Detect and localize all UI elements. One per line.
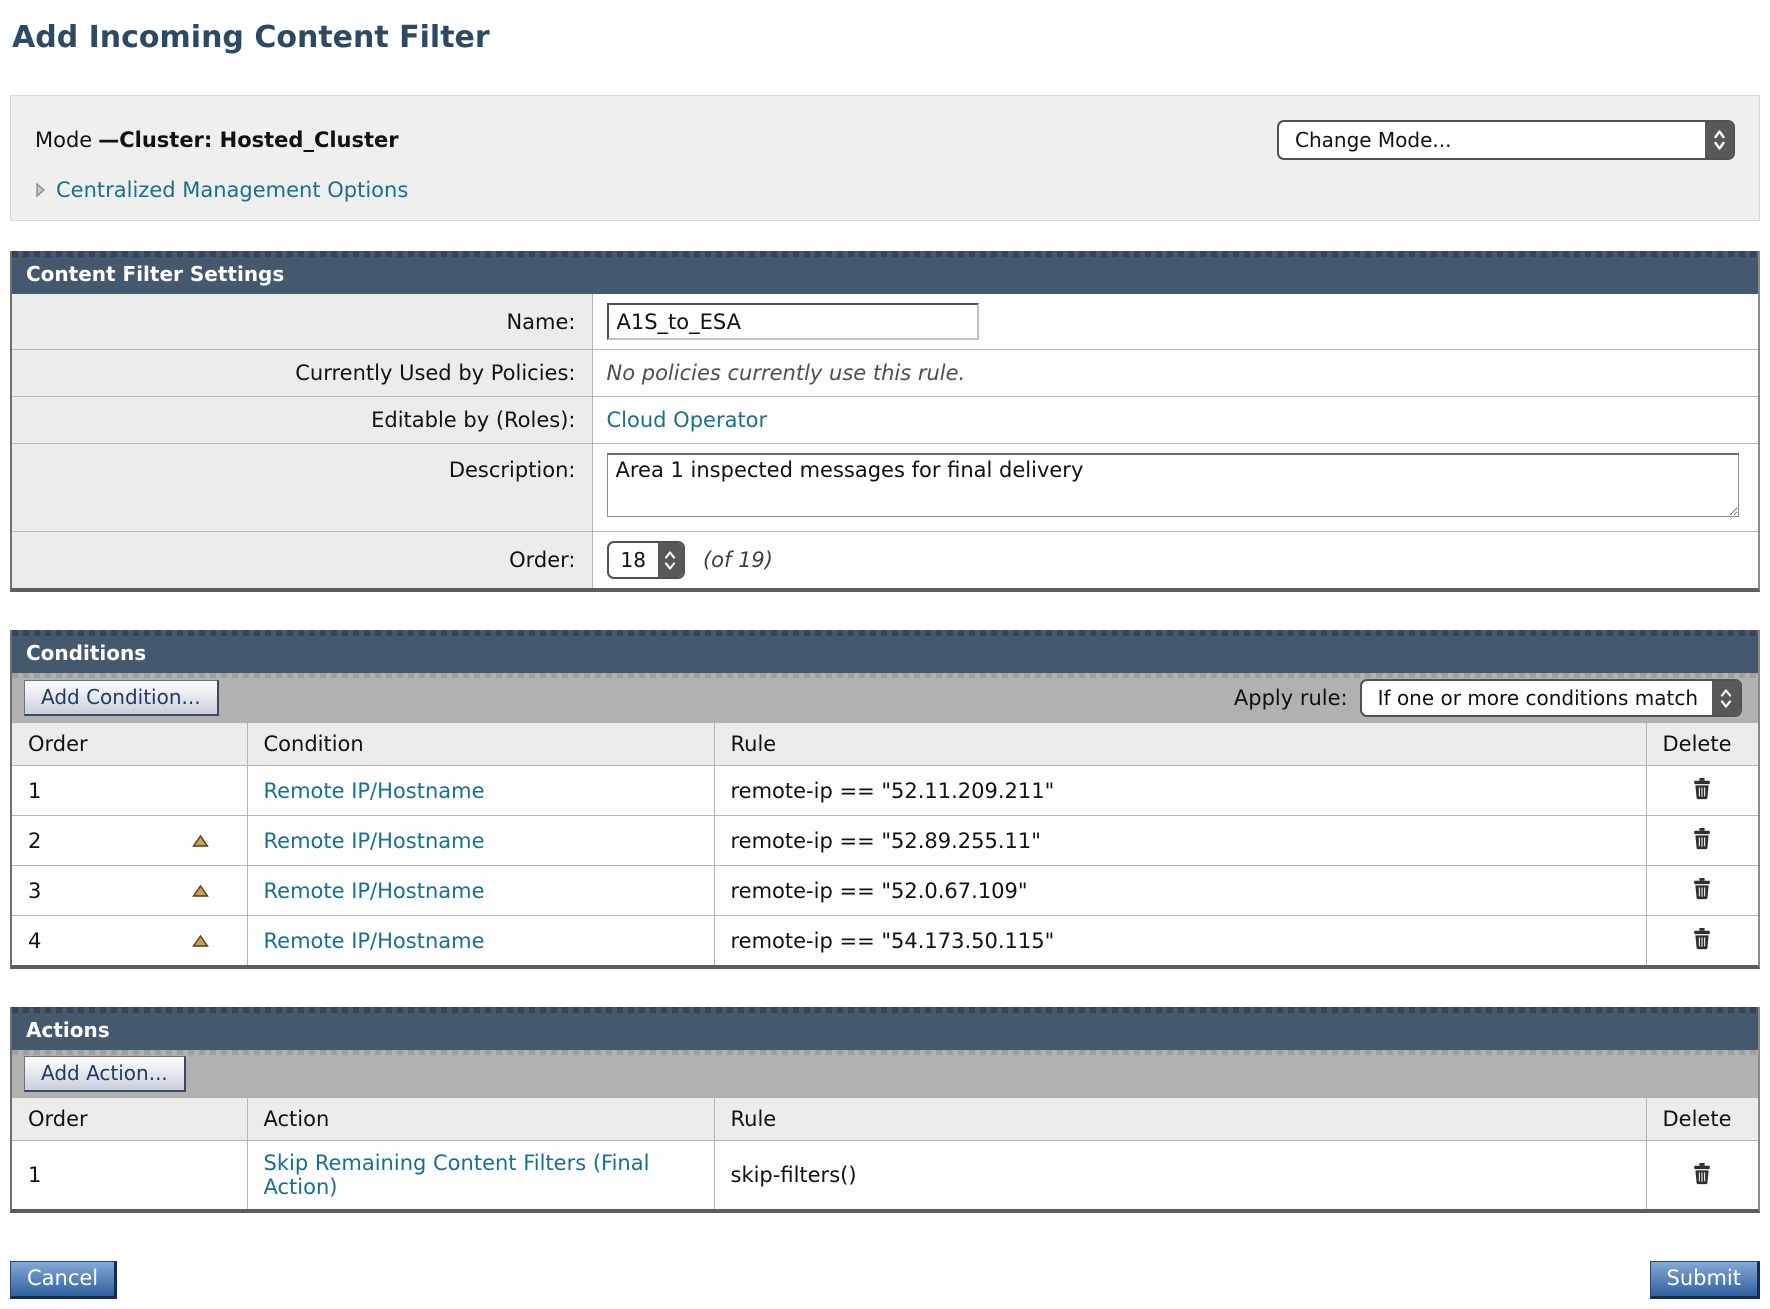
conditions-col-condition: Condition xyxy=(247,723,714,766)
condition-order-number: 4 xyxy=(28,929,41,953)
change-mode-select[interactable]: Change Mode... xyxy=(1277,120,1735,160)
apply-rule-select-value: If one or more conditions match xyxy=(1362,681,1712,715)
trash-icon[interactable] xyxy=(1690,876,1714,902)
description-textarea[interactable]: Area 1 inspected messages for final deli… xyxy=(607,453,1739,517)
trash-icon[interactable] xyxy=(1690,826,1714,852)
conditions-toolbar: Add Condition... Apply rule: If one or m… xyxy=(12,673,1758,723)
actions-col-rule: Rule xyxy=(714,1098,1646,1141)
actions-section-header: Actions xyxy=(12,1007,1758,1050)
order-select-value: 18 xyxy=(609,543,658,577)
condition-row: 4 Remote IP/Hostname remote-ip == "54.173.… xyxy=(12,916,1758,966)
order-label: Order: xyxy=(12,532,592,589)
cancel-button[interactable]: Cancel xyxy=(10,1261,117,1299)
description-label: Description: xyxy=(12,444,592,532)
apply-rule-label: Apply rule: xyxy=(1234,686,1348,710)
mode-value: —Cluster: Hosted_Cluster xyxy=(98,128,398,152)
footer-bar: Cancel Submit xyxy=(10,1261,1760,1299)
condition-rule-text: remote-ip == "52.11.209.211" xyxy=(714,766,1646,816)
editable-row: Editable by (Roles): Cloud Operator xyxy=(12,397,1758,444)
order-row: Order: 18 (of 19) xyxy=(12,532,1758,589)
conditions-section: Conditions Add Condition... Apply rule: … xyxy=(10,630,1760,969)
submit-button[interactable]: Submit xyxy=(1650,1261,1761,1299)
conditions-col-delete: Delete xyxy=(1646,723,1758,766)
add-condition-button[interactable]: Add Condition... xyxy=(24,680,219,716)
name-input[interactable] xyxy=(607,303,979,340)
conditions-section-header: Conditions xyxy=(12,630,1758,673)
policies-value: No policies currently use this rule. xyxy=(592,350,1758,397)
condition-order-number: 1 xyxy=(28,779,41,803)
conditions-table: Order Condition Rule Delete 1 Remote IP/H… xyxy=(12,723,1758,965)
condition-rule-text: remote-ip == "52.89.255.11" xyxy=(714,816,1646,866)
settings-section-header: Content Filter Settings xyxy=(12,251,1758,294)
disclosure-triangle-icon[interactable] xyxy=(35,182,46,198)
apply-rule-select[interactable]: If one or more conditions match xyxy=(1360,679,1742,717)
actions-col-action: Action xyxy=(247,1098,714,1141)
condition-row: 1 Remote IP/Hostname remote-ip == "52.11.2… xyxy=(12,766,1758,816)
condition-link[interactable]: Remote IP/Hostname xyxy=(264,779,485,803)
condition-row: 2 Remote IP/Hostname remote-ip == "52.89.2… xyxy=(12,816,1758,866)
action-link[interactable]: Skip Remaining Content Filters (Final Ac… xyxy=(264,1151,650,1199)
condition-rule-text: remote-ip == "52.0.67.109" xyxy=(714,866,1646,916)
settings-form-table: Name: Currently Used by Policies: No pol… xyxy=(12,294,1758,588)
action-row: 1 Skip Remaining Content Filters (Final A… xyxy=(12,1141,1758,1210)
select-spinner-icon xyxy=(1712,681,1740,715)
trash-icon[interactable] xyxy=(1690,1161,1714,1187)
conditions-header-row: Order Condition Rule Delete xyxy=(12,723,1758,766)
conditions-col-order: Order xyxy=(12,723,247,766)
actions-section: Actions Add Action... Order Action Rule … xyxy=(10,1007,1760,1213)
page-title: Add Incoming Content Filter xyxy=(12,20,1760,55)
editable-roles-link[interactable]: Cloud Operator xyxy=(607,408,768,432)
mode-text: Mode—Cluster: Hosted_Cluster xyxy=(35,128,399,152)
select-spinner-icon xyxy=(658,543,683,577)
condition-link[interactable]: Remote IP/Hostname xyxy=(264,879,485,903)
trash-icon[interactable] xyxy=(1690,926,1714,952)
centralized-management-link[interactable]: Centralized Management Options xyxy=(56,178,408,202)
condition-row: 3 Remote IP/Hostname remote-ip == "52.0.67… xyxy=(12,866,1758,916)
name-row: Name: xyxy=(12,294,1758,350)
action-order-number: 1 xyxy=(28,1163,41,1187)
condition-link[interactable]: Remote IP/Hostname xyxy=(264,829,485,853)
move-up-triangle-icon[interactable] xyxy=(192,834,209,848)
condition-order-number: 2 xyxy=(28,829,41,853)
actions-header-row: Order Action Rule Delete xyxy=(12,1098,1758,1141)
condition-rule-text: remote-ip == "54.173.50.115" xyxy=(714,916,1646,966)
content-filter-settings-section: Content Filter Settings Name: Currently … xyxy=(10,251,1760,592)
add-action-button[interactable]: Add Action... xyxy=(24,1056,186,1092)
actions-col-delete: Delete xyxy=(1646,1098,1758,1141)
editable-label: Editable by (Roles): xyxy=(12,397,592,444)
mode-panel: Mode—Cluster: Hosted_Cluster Change Mode… xyxy=(10,95,1760,221)
mode-label: Mode xyxy=(35,128,92,152)
trash-icon[interactable] xyxy=(1690,776,1714,802)
conditions-col-rule: Rule xyxy=(714,723,1646,766)
condition-order-number: 3 xyxy=(28,879,41,903)
move-up-triangle-icon[interactable] xyxy=(192,934,209,948)
action-rule-text: skip-filters() xyxy=(714,1141,1646,1210)
change-mode-select-value: Change Mode... xyxy=(1279,122,1705,158)
condition-link[interactable]: Remote IP/Hostname xyxy=(264,929,485,953)
actions-table: Order Action Rule Delete 1 Skip Remaining… xyxy=(12,1098,1758,1209)
name-label: Name: xyxy=(12,294,592,350)
order-total-text: (of 19) xyxy=(703,548,773,572)
policies-row: Currently Used by Policies: No policies … xyxy=(12,350,1758,397)
select-spinner-icon xyxy=(1705,122,1733,158)
order-select[interactable]: 18 xyxy=(607,541,685,579)
description-row: Description: Area 1 inspected messages f… xyxy=(12,444,1758,532)
policies-label: Currently Used by Policies: xyxy=(12,350,592,397)
actions-col-order: Order xyxy=(12,1098,247,1141)
move-up-triangle-icon[interactable] xyxy=(192,884,209,898)
actions-toolbar: Add Action... xyxy=(12,1050,1758,1098)
